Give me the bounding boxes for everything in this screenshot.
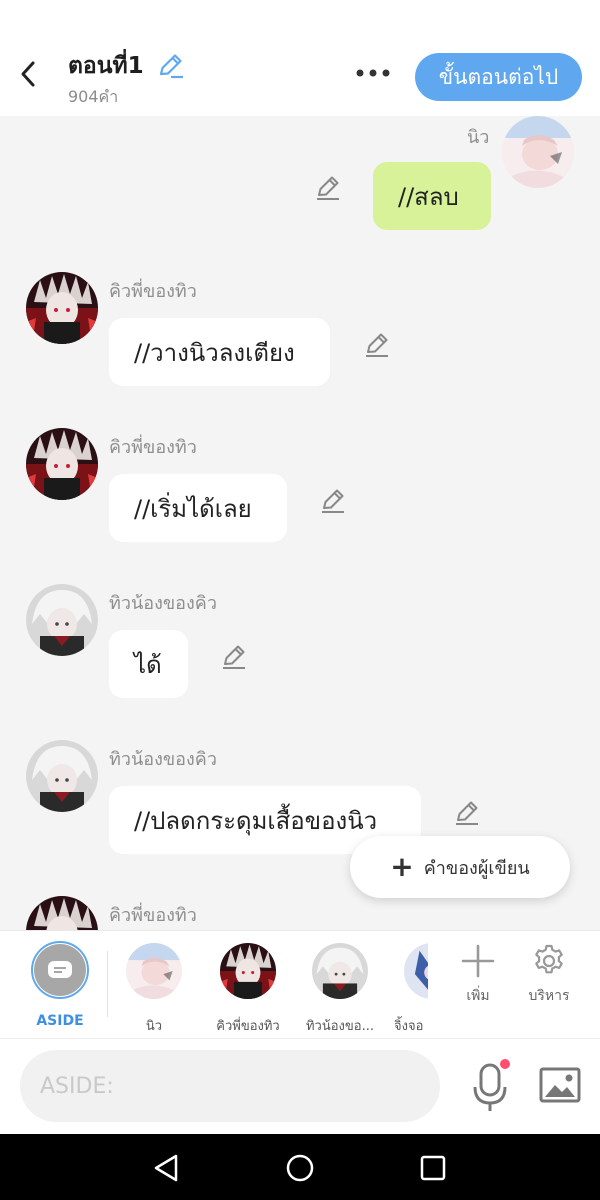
back-arrow-icon <box>21 61 35 87</box>
sender-name: คิวพี่ของทิว <box>109 437 197 458</box>
avatar-image <box>502 116 574 188</box>
avatar-image <box>26 584 98 656</box>
word-count: 904คำ <box>68 87 119 106</box>
nav-recents-icon <box>420 1155 446 1181</box>
avatar <box>126 943 182 999</box>
system-nav-bar <box>0 1134 600 1200</box>
character-niw[interactable]: นิว <box>114 931 194 1039</box>
insert-image-button[interactable] <box>538 1063 582 1107</box>
edit-message-button[interactable] <box>313 172 343 202</box>
plus-icon: + <box>390 850 414 883</box>
message-bubble[interactable]: //วางนิวลงเตียง <box>109 318 330 386</box>
sender-name: นิว <box>467 127 490 148</box>
character-name: ทิวน้องขอ... <box>305 1019 374 1034</box>
input-area <box>0 1038 600 1134</box>
plus-icon <box>461 944 495 978</box>
chat-area: นิว //สลบ คิวพี่ของทิว //วางนิวลงเตียง ค… <box>0 116 600 930</box>
character-name: จิ้งจอ <box>394 1019 424 1034</box>
edit-title-button[interactable] <box>156 50 186 80</box>
manage-characters-button[interactable]: บริหาร <box>519 931 579 1039</box>
avatar-image <box>26 896 98 930</box>
message-bubble[interactable]: //เริ่มได้เลย <box>109 474 287 542</box>
avatar <box>404 943 428 999</box>
aside-character[interactable]: ASIDE <box>28 931 92 1039</box>
episode-title: ตอนที่1 <box>68 53 144 79</box>
avatar[interactable] <box>26 584 98 656</box>
character-name: คิวพี่ของทิว <box>216 1019 280 1034</box>
pencil-icon <box>159 54 183 79</box>
message-bubble[interactable]: ได้ <box>109 630 188 698</box>
sender-name: คิวพี่ของทิว <box>109 905 197 926</box>
author-note-button[interactable]: + คำของผู้เขียน <box>350 836 570 898</box>
aside-input[interactable] <box>20 1050 440 1122</box>
image-icon <box>539 1067 581 1103</box>
nav-home-icon <box>286 1154 314 1182</box>
avatar <box>312 943 368 999</box>
pencil-icon <box>362 329 392 359</box>
avatar-image <box>26 272 98 344</box>
editor-header: ตอนที่1 904คำ ขั้นตอนต่อไป <box>0 40 600 116</box>
status-bar <box>0 0 600 40</box>
avatar[interactable] <box>26 272 98 344</box>
back-button[interactable] <box>10 54 46 94</box>
character-kiw[interactable]: คิวพี่ของทิว <box>206 931 290 1039</box>
character-fox[interactable]: จิ้งจอ <box>390 931 428 1039</box>
more-icon <box>356 69 390 77</box>
nav-recents-button[interactable] <box>413 1148 453 1188</box>
character-bar: ASIDE นิว คิวพี่ของทิว ทิวน้องขอ... จิ้ง… <box>0 930 600 1038</box>
edit-message-button[interactable] <box>362 329 392 359</box>
next-step-button[interactable]: ขั้นตอนต่อไป <box>415 53 582 101</box>
voice-input-button[interactable] <box>468 1059 512 1115</box>
avatar-image <box>26 428 98 500</box>
character-tiw[interactable]: ทิวน้องขอ... <box>298 931 382 1039</box>
nav-back-icon <box>154 1154 178 1182</box>
nav-back-button[interactable] <box>146 1148 186 1188</box>
pencil-icon <box>318 485 348 515</box>
add-character-button[interactable]: เพิ่ม <box>448 931 508 1039</box>
manage-label: บริหาร <box>528 988 570 1004</box>
aside-icon <box>48 961 72 978</box>
sender-name: ทิวน้องของคิว <box>109 593 217 614</box>
add-label: เพิ่ม <box>466 988 490 1004</box>
aside-label: ASIDE <box>36 1013 84 1029</box>
avatar[interactable] <box>26 740 98 812</box>
edit-message-button[interactable] <box>452 797 482 827</box>
sender-name: ทิวน้องของคิว <box>109 749 217 770</box>
avatar[interactable] <box>26 428 98 500</box>
author-note-label: คำของผู้เขียน <box>423 857 530 879</box>
more-options-button[interactable] <box>354 56 392 90</box>
aside-avatar <box>31 941 89 999</box>
edit-message-button[interactable] <box>219 641 249 671</box>
pencil-icon <box>452 797 482 827</box>
message-bubble[interactable]: //สลบ <box>373 162 491 230</box>
avatar[interactable] <box>502 116 574 188</box>
edit-message-button[interactable] <box>318 485 348 515</box>
avatar <box>220 943 276 999</box>
gear-icon <box>535 944 563 974</box>
notification-dot <box>500 1059 510 1069</box>
character-name: นิว <box>145 1019 163 1034</box>
pencil-icon <box>219 641 249 671</box>
pencil-icon <box>313 172 343 202</box>
divider <box>107 951 108 1017</box>
sender-name: คิวพี่ของทิว <box>109 281 197 302</box>
avatar[interactable] <box>26 896 98 930</box>
nav-home-button[interactable] <box>280 1148 320 1188</box>
avatar-image <box>26 740 98 812</box>
